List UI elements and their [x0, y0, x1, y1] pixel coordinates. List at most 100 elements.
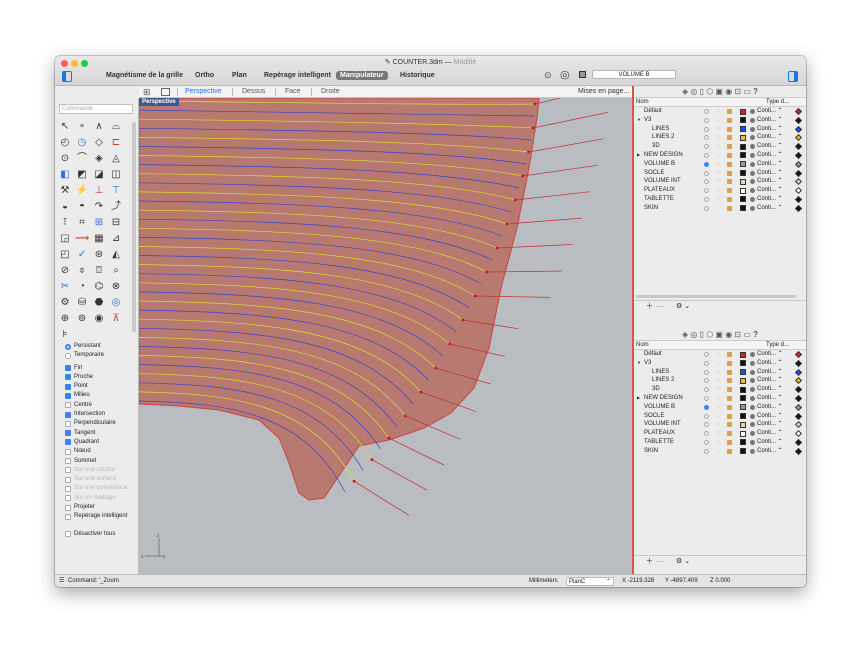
linetype-select[interactable]: Conti... ⌃ — [757, 412, 783, 421]
print-color-icon[interactable] — [794, 403, 803, 411]
linetype-select[interactable]: Conti... ⌃ — [757, 160, 783, 169]
current-layer-radio[interactable] — [704, 152, 709, 158]
current-layer-radio[interactable] — [704, 179, 709, 185]
layer-color-swatch[interactable] — [740, 377, 746, 384]
material-icon[interactable] — [750, 117, 755, 123]
checkbox[interactable] — [65, 467, 71, 474]
record-icon[interactable]: ⊙ — [544, 70, 552, 81]
tool-button-icon[interactable]: ↷ — [92, 200, 106, 214]
layer-row[interactable]: VOLUME B ♀ Conti... ⌃ — [634, 160, 806, 169]
linetype-select[interactable]: Conti... ⌃ — [757, 394, 783, 403]
command-input[interactable]: Commande — [59, 104, 133, 114]
current-layer-radio[interactable] — [704, 360, 709, 366]
tool-button-icon[interactable]: ✓ — [75, 248, 89, 262]
material-icon[interactable] — [750, 126, 755, 132]
linetype-select[interactable]: Conti... ⌃ — [757, 368, 783, 377]
layer-row[interactable]: VOLUME INT ♀ Conti... ⌃ — [634, 177, 806, 186]
lightbulb-icon[interactable]: ♀ — [716, 395, 721, 402]
lightbulb-icon[interactable]: ♀ — [716, 413, 721, 420]
layer-color-swatch[interactable] — [740, 126, 746, 133]
lock-icon[interactable] — [727, 152, 732, 158]
lightbulb-icon[interactable]: ♀ — [716, 430, 721, 437]
material-icon[interactable] — [750, 152, 755, 158]
layer-color-swatch[interactable] — [740, 439, 746, 446]
current-layer-radio[interactable] — [704, 439, 709, 445]
tool-button-icon[interactable]: ⊗ — [109, 280, 123, 294]
lightbulb-icon[interactable]: ♀ — [716, 421, 721, 428]
print-color-icon[interactable] — [794, 377, 803, 385]
print-color-icon[interactable] — [794, 178, 803, 186]
linetype-select[interactable]: Conti... ⌃ — [757, 169, 783, 178]
linetype-select[interactable]: Conti... ⌃ — [757, 133, 783, 142]
current-layer-radio[interactable] — [704, 413, 709, 419]
checkbox[interactable] — [65, 485, 71, 492]
lightbulb-icon[interactable]: ♀ — [716, 351, 721, 358]
render-icon[interactable]: ⬡ — [706, 330, 713, 339]
lightbulb-icon[interactable]: ♀ — [716, 360, 721, 367]
layer-row[interactable]: SOCLE ♀ Conti... ⌃ — [634, 412, 806, 421]
lightbulb-icon[interactable]: ♀ — [716, 386, 721, 393]
tool-button-icon[interactable]: ✂ — [58, 280, 72, 294]
lightbulb-icon[interactable]: ♀ — [716, 126, 721, 133]
print-color-icon[interactable] — [794, 151, 803, 160]
osnap-option[interactable]: Sommet — [65, 457, 127, 466]
tab-perspective[interactable]: Perspective — [185, 88, 222, 95]
lightbulb-icon[interactable]: ♀ — [716, 404, 721, 411]
material-icon[interactable] — [750, 161, 755, 167]
layer-row[interactable]: ▶ NEW DESIGN ♀ Conti... ⌃ — [634, 394, 806, 403]
material-icon[interactable] — [750, 135, 755, 141]
material-icon[interactable] — [750, 378, 755, 384]
layer-row[interactable]: TABLETTE ♀ Conti... ⌃ — [634, 195, 806, 204]
checkbox[interactable] — [65, 458, 71, 465]
viewport-canvas[interactable] — [139, 98, 632, 574]
lightbulb-icon[interactable]: ♀ — [716, 205, 721, 212]
linetype-select[interactable]: Conti... ⌃ — [757, 447, 783, 456]
linetype-select[interactable]: Conti... ⌃ — [757, 186, 783, 195]
layer-color-swatch[interactable] — [740, 170, 746, 177]
lock-icon[interactable] — [727, 170, 732, 176]
layer-color-swatch[interactable] — [740, 152, 746, 159]
lock-icon[interactable] — [727, 413, 732, 419]
lights-icon[interactable]: ◉ — [725, 87, 732, 96]
tool-button-icon[interactable]: ⊥ — [92, 184, 106, 198]
current-layer-radio[interactable] — [704, 369, 709, 375]
layer-color-swatch[interactable] — [740, 117, 746, 124]
layer-row[interactable]: 3D ♀ Conti... ⌃ — [634, 142, 806, 151]
lightbulb-icon[interactable]: ♀ — [716, 369, 721, 376]
linetype-select[interactable]: Conti... ⌃ — [757, 177, 783, 186]
linetype-select[interactable]: Conti... ⌃ — [757, 420, 783, 429]
checkbox[interactable] — [65, 374, 71, 381]
layer-row[interactable]: LINES 2 ♀ Conti... ⌃ — [634, 376, 806, 385]
tool-button-icon[interactable]: ▦ — [92, 232, 106, 246]
tool-button-icon[interactable]: ⊛ — [92, 248, 106, 262]
layer-options-button[interactable]: ⚙ ⌄ — [676, 301, 690, 313]
osnap-option[interactable]: Persistant — [65, 342, 127, 351]
osnap-option[interactable]: Sur une polysurface — [65, 484, 127, 493]
radio-button[interactable] — [65, 352, 71, 359]
osnap-option[interactable]: Intersection — [65, 410, 127, 419]
tool-button-icon[interactable]: ⊞ — [92, 216, 106, 230]
osnap-option[interactable]: Tangent — [65, 429, 127, 438]
tool-button-icon[interactable]: ⊿ — [109, 232, 123, 246]
lock-icon[interactable] — [727, 360, 732, 366]
lightbulb-icon[interactable]: ♀ — [716, 152, 721, 159]
layer-color-swatch[interactable] — [740, 134, 746, 141]
current-layer-radio[interactable] — [704, 205, 709, 211]
disclosure-icon[interactable]: ▼ — [637, 359, 641, 368]
tab-top[interactable]: Dessus — [242, 88, 265, 95]
osnap-option[interactable]: Sur une courbe — [65, 466, 127, 475]
lock-icon[interactable] — [727, 179, 732, 185]
material-icon[interactable] — [750, 395, 755, 401]
print-color-icon[interactable] — [794, 394, 803, 403]
add-layer-button[interactable]: ＋ — [646, 556, 653, 568]
layer-color-swatch[interactable] — [740, 386, 746, 393]
tool-button-icon[interactable]: ⊺ — [58, 216, 72, 230]
print-color-icon[interactable] — [794, 143, 803, 151]
material-icon[interactable] — [750, 448, 755, 454]
layer-color-swatch[interactable] — [740, 178, 746, 185]
layer-row[interactable]: PLATEAUX ♀ Conti... ⌃ — [634, 186, 806, 195]
lock-icon[interactable] — [727, 404, 732, 410]
print-color-icon[interactable] — [794, 107, 803, 116]
layer-color-swatch[interactable] — [740, 187, 746, 194]
layer-color-swatch[interactable] — [740, 404, 746, 411]
